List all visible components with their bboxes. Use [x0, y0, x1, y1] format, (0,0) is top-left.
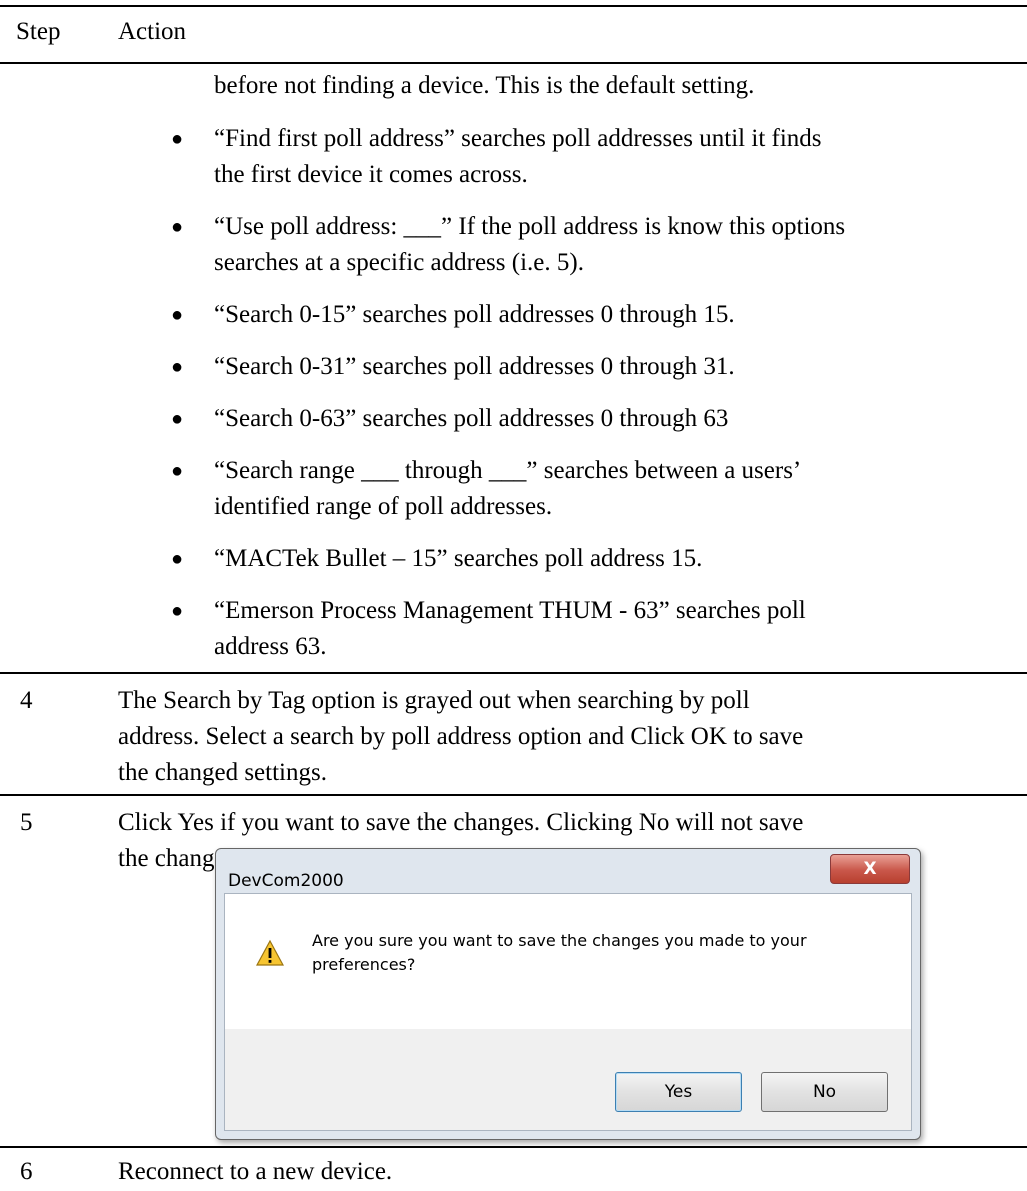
dialog-message-area: Are you sure you want to save the change…: [225, 894, 911, 1029]
action-column-header: Action: [118, 18, 187, 45]
step-text-line: The Search by Tag option is grayed out w…: [118, 687, 750, 714]
step-number: 5: [20, 809, 33, 836]
bullet-marker: ●: [171, 600, 184, 622]
dialog-client-area: Are you sure you want to save the change…: [224, 893, 912, 1131]
bullet-line: “Find first poll address” searches poll …: [214, 125, 822, 152]
bullet-marker: ●: [171, 304, 184, 326]
dialog-title: DevCom2000: [228, 871, 344, 891]
step-text-line: Click Yes if you want to save the change…: [118, 809, 804, 836]
no-button[interactable]: No: [761, 1072, 888, 1112]
row-rule: [0, 794, 1027, 796]
bullet-line: “Search 0-31” searches poll addresses 0 …: [214, 353, 735, 380]
header-rule: [0, 62, 1027, 64]
dialog-message: Are you sure you want to save the change…: [312, 931, 807, 974]
step-number: 4: [20, 687, 33, 714]
bullet-line: “Emerson Process Management THUM - 63” s…: [214, 597, 806, 624]
step-text-line: address. Select a search by poll address…: [118, 723, 804, 750]
bullet-line: “Search 0-63” searches poll addresses 0 …: [214, 405, 729, 432]
bullet-line: identified range of poll addresses.: [214, 493, 553, 520]
bullet-marker: ●: [171, 216, 184, 238]
step-column-header: Step: [16, 18, 61, 45]
confirm-dialog: DevCom2000 X Are you sure you want to sa…: [215, 848, 921, 1140]
bullet-marker: ●: [171, 408, 184, 430]
bullet-line: “MACTek Bullet – 15” searches poll addre…: [214, 545, 703, 572]
row-rule: [0, 672, 1027, 674]
step-text-line: the changed settings.: [118, 759, 327, 786]
bullet-marker: ●: [171, 128, 184, 150]
bullet-line: searches at a specific address (i.e. 5).: [214, 249, 584, 276]
row-rule: [0, 1146, 1027, 1148]
warning-icon: [256, 939, 284, 966]
bullet-line: “Search range ___ through ___” searches …: [214, 457, 802, 484]
bullet-marker: ●: [171, 460, 184, 482]
bullet-line: the first device it comes across.: [214, 161, 528, 188]
bullet-line: “Use poll address: ___” If the poll addr…: [214, 213, 846, 240]
step-text-line: Reconnect to a new device.: [118, 1158, 393, 1185]
bullet-line: “Search 0-15” searches poll addresses 0 …: [214, 301, 735, 328]
top-rule: [0, 5, 1027, 7]
close-button[interactable]: X: [830, 854, 910, 884]
yes-button[interactable]: Yes: [615, 1072, 742, 1112]
bullet-line: address 63.: [214, 633, 327, 660]
bullet-marker: ●: [171, 548, 184, 570]
bullet-marker: ●: [171, 356, 184, 378]
step-number: 6: [20, 1158, 33, 1185]
close-icon: X: [863, 859, 877, 879]
continued-text: before not finding a device. This is the…: [214, 72, 755, 99]
